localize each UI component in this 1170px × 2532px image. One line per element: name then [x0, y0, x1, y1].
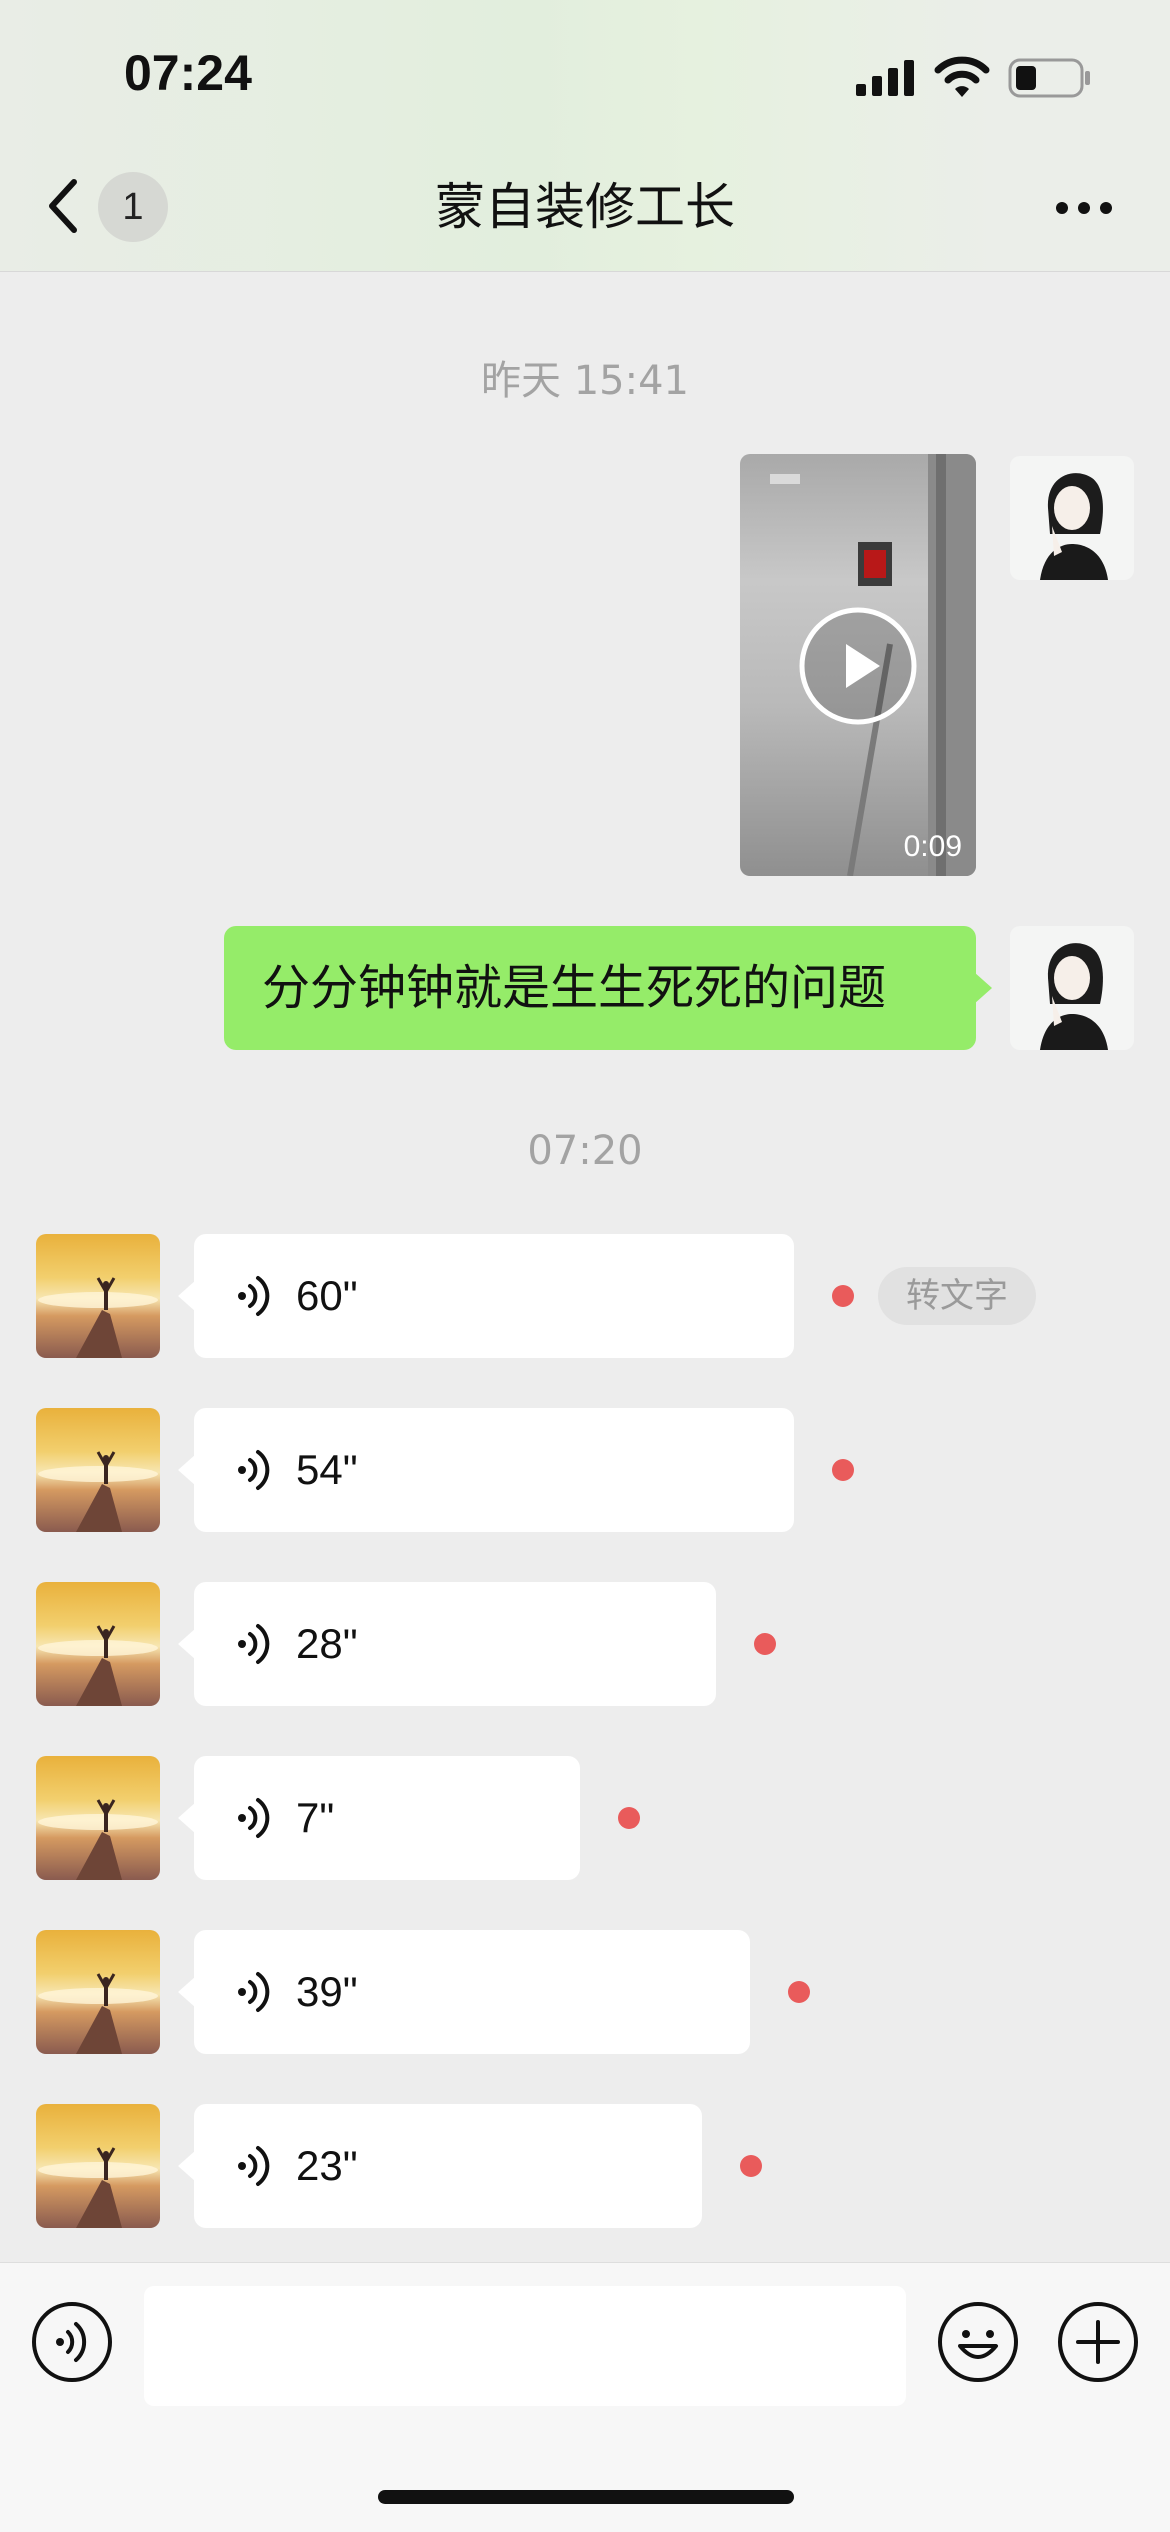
status-time: 07:24 — [124, 45, 252, 101]
avatar-image — [38, 1277, 158, 1358]
voice-wave-icon — [238, 1450, 270, 1490]
video-duration: 0:09 — [903, 830, 962, 863]
voice-duration: 60" — [296, 1272, 358, 1319]
voice-duration: 39" — [296, 1968, 358, 2015]
voice-message-bubble[interactable]: 39" — [178, 1930, 750, 2054]
cell-signal-icon — [856, 60, 914, 96]
wifi-icon — [934, 56, 990, 97]
avatar[interactable] — [36, 2104, 160, 2228]
to-text-button[interactable]: 转文字 — [878, 1267, 1036, 1325]
chat-title: 蒙自装修工长 — [435, 178, 735, 236]
voice-input-icon[interactable] — [30, 2300, 114, 2384]
avatar[interactable] — [1010, 926, 1134, 1050]
avatar[interactable] — [36, 1756, 160, 1880]
avatar[interactable] — [1010, 456, 1134, 580]
plus-icon[interactable] — [1056, 2300, 1140, 2384]
voice-message-bubble[interactable]: 60" — [178, 1234, 794, 1358]
emoji-icon[interactable] — [936, 2300, 1020, 2384]
video-message[interactable]: 0:09 — [740, 454, 976, 876]
unread-dot — [618, 1807, 640, 1829]
avatar[interactable] — [36, 1408, 160, 1532]
unread-dot — [754, 1633, 776, 1655]
avatar-image — [38, 1973, 158, 2054]
message-input[interactable] — [144, 2286, 906, 2406]
avatar-image — [38, 1625, 158, 1706]
voice-message-bubble[interactable]: 7" — [178, 1756, 580, 1880]
avatar-image — [1040, 473, 1108, 580]
avatar[interactable] — [36, 1234, 160, 1358]
voice-duration: 7" — [296, 1794, 335, 1841]
battery-icon — [1008, 58, 1090, 98]
avatar-image — [38, 1451, 158, 1532]
sent-text-bubble[interactable]: 分分钟钟就是生生死死的问题 — [224, 926, 992, 1050]
avatar[interactable] — [36, 1930, 160, 2054]
voice-message-bubble[interactable]: 23" — [178, 2104, 702, 2228]
avatar-image — [1040, 943, 1108, 1050]
voice-message-bubble[interactable]: 28" — [178, 1582, 716, 1706]
voice-wave-icon — [238, 1798, 270, 1838]
avatar-image — [38, 1799, 158, 1880]
unread-dot — [740, 2155, 762, 2177]
voice-wave-icon — [238, 1276, 270, 1316]
avatar-image — [38, 2147, 158, 2228]
voice-duration: 54" — [296, 1446, 358, 1493]
voice-duration: 23" — [296, 2142, 358, 2189]
avatar[interactable] — [36, 1582, 160, 1706]
unread-dot — [832, 1459, 854, 1481]
more-dots-icon[interactable] — [1054, 196, 1114, 220]
voice-wave-icon — [238, 2146, 270, 2186]
voice-wave-icon — [238, 1972, 270, 2012]
play-icon[interactable] — [796, 604, 920, 728]
voice-message-bubble[interactable]: 54" — [178, 1408, 794, 1532]
unread-dot — [832, 1285, 854, 1307]
voice-duration: 28" — [296, 1620, 358, 1667]
home-indicator — [378, 2490, 794, 2504]
timestamp: 07:20 — [527, 1128, 643, 1174]
timestamp: 昨天 15:41 — [481, 358, 689, 404]
unread-dot — [788, 1981, 810, 2003]
voice-wave-icon — [238, 1624, 270, 1664]
